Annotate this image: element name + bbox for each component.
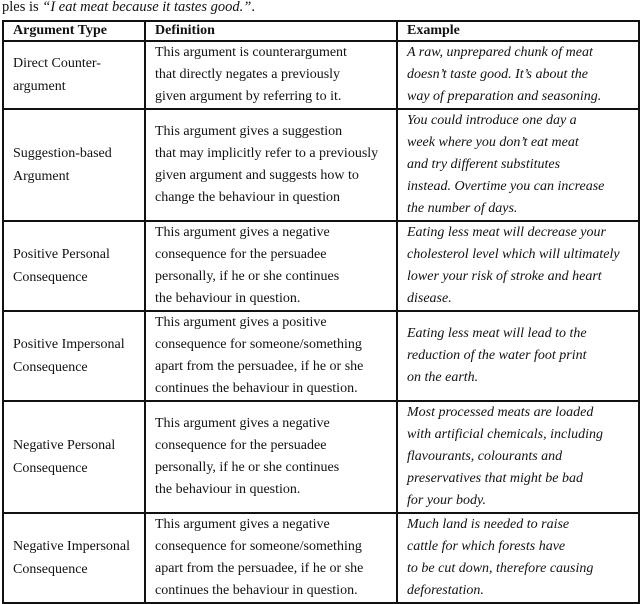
cell-argument-type-line: Positive Impersonal xyxy=(13,337,125,352)
cell-argument-type-line: argument xyxy=(13,79,66,94)
cell-example-line: and try different substitutes xyxy=(407,157,561,172)
cell-argument-type: Suggestion-based Argument xyxy=(2,108,146,222)
cell-example-line: on the earth. xyxy=(407,370,479,385)
cell-definition: This argument is counterargument that dir… xyxy=(144,40,398,110)
table-row: Positive Impersonal Consequence This argum… xyxy=(2,310,640,402)
cell-argument-type: Negative Personal Consequence xyxy=(2,400,146,514)
cell-argument-type-line: Direct Counter- xyxy=(13,56,101,71)
cell-definition-line: apart from the persuadee, if he or she xyxy=(155,561,364,576)
cell-example-line: way of preparation and seasoning. xyxy=(407,89,602,104)
cell-argument-type-line: Consequence xyxy=(13,562,88,577)
cell-example-line: cholesterol level which will ultimately xyxy=(407,247,620,262)
cell-definition-line: that directly negates a previously xyxy=(155,67,341,82)
cell-example-line: to be cut down, therefore causing xyxy=(407,561,594,576)
cell-definition-line: This argument gives a positive xyxy=(155,315,327,330)
cell-argument-type: Direct Counter-argument xyxy=(2,40,146,110)
caption-text: ples is “I eat meat because it tastes go… xyxy=(2,0,255,15)
cell-argument-type: Positive Personal Consequence xyxy=(2,220,146,312)
cell-example-line: for your body. xyxy=(407,493,486,508)
cell-definition-line: This argument gives a negative xyxy=(155,416,330,431)
cell-example-line: reduction of the water foot print xyxy=(407,348,587,363)
table-row: Positive Personal Consequence This argumen… xyxy=(2,220,640,312)
cell-definition-line: continues the behaviour in question. xyxy=(155,381,358,396)
cell-definition-line: This argument gives a suggestion xyxy=(155,124,343,139)
caption-prefix: ples is xyxy=(2,0,43,15)
cell-definition-line: given argument and suggests how to xyxy=(155,168,359,183)
table-header-row: Argument Type Definition Example xyxy=(2,20,640,42)
cell-definition-line: personally, if he or she continues xyxy=(155,269,340,284)
cell-definition: This argument gives a negative consequenc… xyxy=(144,400,398,514)
cell-definition-line: the behaviour in question. xyxy=(155,482,301,497)
cell-definition-line: given argument by referring to it. xyxy=(155,89,342,104)
cell-definition-line: This argument gives a negative xyxy=(155,517,330,532)
cell-argument-type-line: Consequence xyxy=(13,360,88,375)
cell-definition-line: personally, if he or she continues xyxy=(155,460,340,475)
cell-argument-type-line: Negative Impersonal xyxy=(13,539,131,554)
cell-example-line: disease. xyxy=(407,291,452,306)
cell-example-line: A raw, unprepared chunk of meat xyxy=(407,45,593,60)
cell-definition-line: the behaviour in question. xyxy=(155,291,301,306)
cell-argument-type-line: Argument xyxy=(13,169,70,184)
cell-definition-line: apart from the persuadee, if he or she xyxy=(155,359,364,374)
cell-example-line: Much land is needed to raise xyxy=(407,517,570,532)
cell-example-line: preservatives that might be bad xyxy=(407,471,584,486)
cell-example-line: deforestation. xyxy=(407,583,484,598)
cell-example-line: week where you don’t eat meat xyxy=(407,135,579,150)
cell-example-line: instead. Overtime you can increase xyxy=(407,179,605,194)
table-row: Direct Counter-argument This argument is … xyxy=(2,40,640,110)
cell-example-line: lower your risk of stroke and heart xyxy=(407,269,602,284)
cell-definition-line: consequence for the persuadee xyxy=(155,438,327,453)
header-argument-type: Argument Type xyxy=(2,20,146,42)
cell-example-line: doesn’t taste good. It’s about the xyxy=(407,67,588,82)
cell-definition: This argument gives a positive consequenc… xyxy=(144,310,398,402)
cell-example: Eating less meat will decrease your chole… xyxy=(396,220,640,312)
caption-quote: “I eat meat because it tastes good.” xyxy=(42,0,252,15)
cell-definition: This argument gives a negative consequenc… xyxy=(144,220,398,312)
cell-example: Most processed meats are loaded with arti… xyxy=(396,400,640,514)
header-example: Example xyxy=(396,20,640,42)
cell-definition-line: continues the behaviour in question. xyxy=(155,583,358,598)
cell-definition-line: consequence for someone/something xyxy=(155,337,362,352)
cell-example-line: Most processed meats are loaded xyxy=(407,405,594,420)
cell-example-line: the number of days. xyxy=(407,201,518,216)
cell-definition-line: This argument gives a negative xyxy=(155,225,330,240)
cell-definition: This argument gives a suggestion that may… xyxy=(144,108,398,222)
cell-definition-line: consequence for the persuadee xyxy=(155,247,327,262)
table-row: Suggestion-based Argument This argument gi… xyxy=(2,108,640,222)
cell-definition-line: This argument is counterargument xyxy=(155,45,347,60)
cell-example: A raw, unprepared chunk of meat doesn’t t… xyxy=(396,40,640,110)
cell-definition-line: change the behaviour in question xyxy=(155,190,341,205)
cell-argument-type: Positive Impersonal Consequence xyxy=(2,310,146,402)
table-row: Negative Personal Consequence This argumen… xyxy=(2,400,640,514)
header-definition: Definition xyxy=(144,20,398,42)
cell-example-line: You could introduce one day a xyxy=(407,113,577,128)
cell-argument-type-line: Suggestion-based xyxy=(13,146,112,161)
cell-definition-line: that may implicitly refer to a previousl… xyxy=(155,146,379,161)
caption-suffix: . xyxy=(251,0,255,15)
cell-example: You could introduce one day a week where … xyxy=(396,108,640,222)
cell-example-line: Eating less meat will lead to the xyxy=(407,326,587,341)
cell-argument-type-line: Positive Personal xyxy=(13,247,110,262)
cell-argument-type-line: Consequence xyxy=(13,270,88,285)
cell-example-line: flavourants, colourants and xyxy=(407,449,563,464)
cell-example-line: cattle for which forests have xyxy=(407,539,566,554)
cell-argument-type-line: Negative Personal xyxy=(13,438,116,453)
cell-example: Eating less meat will lead to the reducti… xyxy=(396,310,640,402)
cell-example-line: Eating less meat will decrease your xyxy=(407,225,606,240)
argument-types-table: Argument Type Definition Example Direct … xyxy=(2,20,640,604)
cell-definition-line: consequence for someone/something xyxy=(155,539,362,554)
cell-argument-type-line: Consequence xyxy=(13,461,88,476)
cell-example-line: with artificial chemicals, including xyxy=(407,427,603,442)
